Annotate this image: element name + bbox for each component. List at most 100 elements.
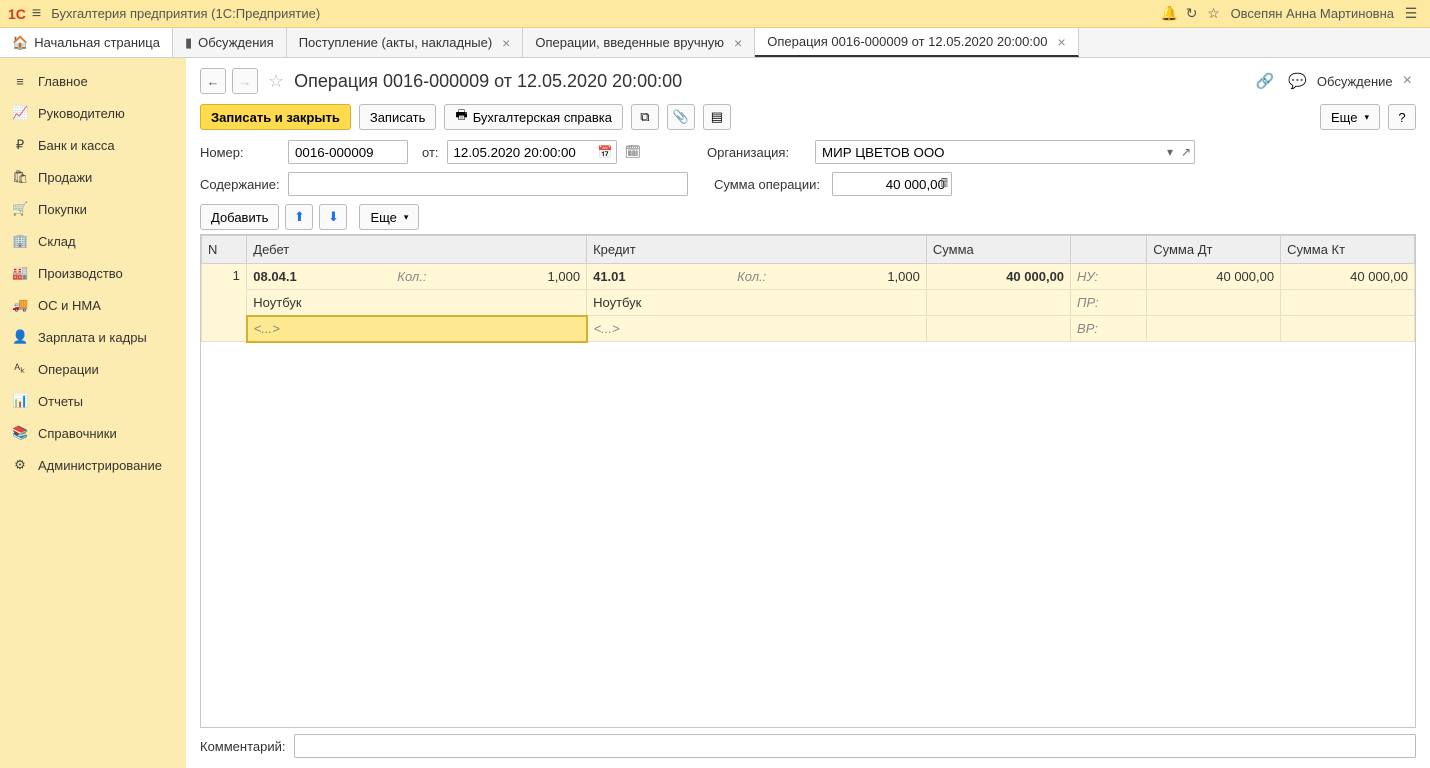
sidebar-item-warehouse[interactable]: 🏢Склад <box>0 225 186 257</box>
current-user[interactable]: Овсепян Анна Мартиновна <box>1231 6 1394 21</box>
tab-discussions[interactable]: ▮ Обсуждения <box>173 28 287 57</box>
history-icon[interactable]: ↻ <box>1181 5 1203 22</box>
sidebar-item-label: Зарплата и кадры <box>38 330 147 345</box>
col-type[interactable] <box>1071 236 1147 264</box>
hamburger-icon[interactable]: ≡ <box>32 5 41 23</box>
cell-vr-dt[interactable] <box>1147 316 1281 342</box>
save-button[interactable]: Записать <box>359 104 437 130</box>
sidebar-item-manager[interactable]: 📈Руководителю <box>0 97 186 129</box>
close-icon[interactable]: × <box>1057 34 1065 50</box>
sidebar-item-fixed-assets[interactable]: 🚚ОС и НМА <box>0 289 186 321</box>
save-close-button[interactable]: Записать и закрыть <box>200 104 351 130</box>
attach-button[interactable]: 📎 <box>667 104 695 130</box>
more-button[interactable]: Еще▾ <box>1320 104 1380 130</box>
gear-icon: ⚙ <box>12 457 28 473</box>
sum-input[interactable] <box>832 172 952 196</box>
list-button[interactable]: ▤ <box>703 104 731 130</box>
cell-nu-dt[interactable]: 40 000,00 <box>1147 264 1281 290</box>
debit-qty: 1,000 <box>430 269 580 284</box>
sidebar-item-purchases[interactable]: 🛒Покупки <box>0 193 186 225</box>
sidebar-item-operations[interactable]: ᴬₖОперации <box>0 353 186 385</box>
sidebar-item-catalogs[interactable]: 📚Справочники <box>0 417 186 449</box>
cart-icon: 🛒 <box>12 201 28 217</box>
warehouse-icon: 🏢 <box>12 233 28 249</box>
tab-manual-ops[interactable]: Операции, введенные вручную × <box>523 28 755 57</box>
discussion-label[interactable]: Обсуждение <box>1317 74 1393 89</box>
col-n[interactable]: N <box>202 236 247 264</box>
page-title: Операция 0016-000009 от 12.05.2020 20:00… <box>294 71 1245 92</box>
calendar-icon[interactable]: 📅 <box>598 145 613 159</box>
date-mode-icon[interactable]: 🗓 <box>625 144 642 160</box>
sidebar-item-label: Продажи <box>38 170 92 185</box>
content-label: Содержание: <box>200 177 280 192</box>
nav-back-button[interactable]: ← <box>200 68 226 94</box>
calculator-icon[interactable]: 🖩 <box>941 174 948 195</box>
favorite-star-icon[interactable]: ☆ <box>268 71 284 92</box>
cell-debit-subconto1[interactable]: Ноутбук <box>247 290 587 316</box>
qty-label: Кол.: <box>397 269 426 284</box>
printer-icon: 🖶 <box>455 106 467 128</box>
col-sumdt[interactable]: Сумма Дт <box>1147 236 1281 264</box>
sidebar-item-bank[interactable]: ₽Банк и касса <box>0 129 186 161</box>
sidebar-item-reports[interactable]: 📊Отчеты <box>0 385 186 417</box>
debit-account: 08.04.1 <box>253 269 296 284</box>
content-input[interactable] <box>288 172 688 196</box>
date-input[interactable] <box>447 140 617 164</box>
col-sumkt[interactable]: Сумма Кт <box>1281 236 1415 264</box>
report-button[interactable]: 🖶 Бухгалтерская справка <box>444 104 623 130</box>
cell-vr-label: ВР: <box>1071 316 1147 342</box>
move-down-button[interactable]: ⬇ <box>319 204 347 230</box>
org-input[interactable] <box>815 140 1195 164</box>
table-row[interactable]: 1 08.04.1 Кол.: 1,000 41.01 Кол.: 1,000 … <box>202 264 1415 290</box>
tab-label: Операции, введенные вручную <box>535 35 724 50</box>
close-icon[interactable]: × <box>734 35 742 51</box>
sidebar: ≡Главное 📈Руководителю ₽Банк и касса 🛍Пр… <box>0 58 186 768</box>
star-icon[interactable]: ☆ <box>1203 5 1225 22</box>
cell-debit-account[interactable]: 08.04.1 Кол.: 1,000 <box>247 264 587 290</box>
table-more-button[interactable]: Еще▾ <box>359 204 419 230</box>
number-label: Номер: <box>200 145 280 160</box>
cell-credit-subconto1[interactable]: Ноутбук <box>587 290 927 316</box>
add-row-button[interactable]: Добавить <box>200 204 279 230</box>
structure-button[interactable]: ⧉ <box>631 104 659 130</box>
cell-empty <box>926 290 1070 316</box>
cell-sum[interactable]: 40 000,00 <box>926 264 1070 290</box>
cell-credit-account[interactable]: 41.01 Кол.: 1,000 <box>587 264 927 290</box>
nav-forward-button[interactable]: → <box>232 68 258 94</box>
comment-input[interactable] <box>294 734 1417 758</box>
dropdown-icon[interactable]: ▾ <box>1167 145 1173 159</box>
cell-debit-subconto2-editing[interactable]: <...> <box>247 316 587 342</box>
cell-nu-kt[interactable]: 40 000,00 <box>1281 264 1415 290</box>
sidebar-item-sales[interactable]: 🛍Продажи <box>0 161 186 193</box>
move-up-button[interactable]: ⬆ <box>285 204 313 230</box>
open-icon[interactable]: ↗ <box>1181 145 1191 159</box>
cell-vr-kt[interactable] <box>1281 316 1415 342</box>
cell-pr-dt[interactable] <box>1147 290 1281 316</box>
date-label: от: <box>422 145 439 160</box>
col-debit[interactable]: Дебет <box>247 236 587 264</box>
sidebar-item-label: Отчеты <box>38 394 83 409</box>
tab-label: Обсуждения <box>198 35 274 50</box>
discussion-icon[interactable]: 💬 <box>1284 72 1311 90</box>
tab-receipts[interactable]: Поступление (акты, накладные) × <box>287 28 524 57</box>
tab-home[interactable]: 🏠 Начальная страница <box>0 28 173 57</box>
table-row[interactable]: Ноутбук Ноутбук ПР: <box>202 290 1415 316</box>
table-row[interactable]: <...> <...> ВР: <box>202 316 1415 342</box>
help-button[interactable]: ? <box>1388 104 1416 130</box>
sidebar-item-production[interactable]: 🏭Производство <box>0 257 186 289</box>
sidebar-item-admin[interactable]: ⚙Администрирование <box>0 449 186 481</box>
settings-icon[interactable]: ☰ <box>1400 5 1422 22</box>
page-close-button[interactable]: × <box>1399 72 1416 90</box>
cell-credit-subconto2[interactable]: <...> <box>587 316 927 342</box>
cell-n: 1 <box>202 264 247 342</box>
cell-pr-kt[interactable] <box>1281 290 1415 316</box>
bell-icon[interactable]: 🔔 <box>1159 5 1181 22</box>
col-credit[interactable]: Кредит <box>587 236 927 264</box>
close-icon[interactable]: × <box>502 35 510 51</box>
link-icon[interactable]: 🔗 <box>1252 72 1279 90</box>
tab-operation-current[interactable]: Операция 0016-000009 от 12.05.2020 20:00… <box>755 28 1078 57</box>
sidebar-item-payroll[interactable]: 👤Зарплата и кадры <box>0 321 186 353</box>
sidebar-item-main[interactable]: ≡Главное <box>0 66 186 97</box>
col-sum[interactable]: Сумма <box>926 236 1070 264</box>
number-input[interactable] <box>288 140 408 164</box>
